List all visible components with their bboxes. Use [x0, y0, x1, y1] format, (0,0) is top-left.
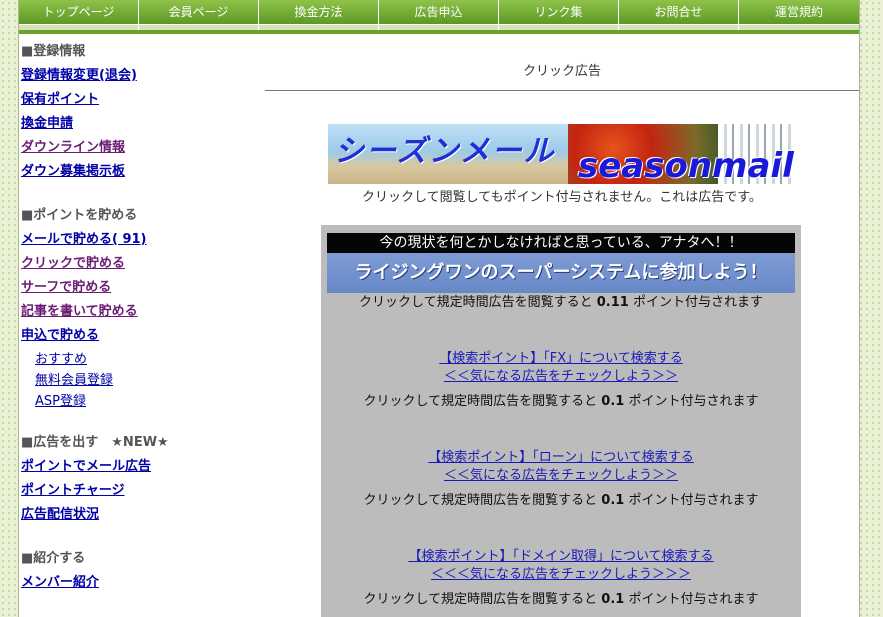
banner-line2: ライジングワンのスーパーシステムに参加しよう！ [327, 253, 795, 293]
ad-point-note: クリックして規定時間広告を閲覧すると 0.1 ポイント付与されます [363, 493, 759, 508]
sublink-free-member[interactable]: 無料会員登録 [21, 373, 251, 394]
sidebar: ■登録情報 登録情報変更(退会) 保有ポイント 換金申請 ダウンライン情報 ダウ… [21, 44, 251, 599]
title-divider [265, 90, 859, 91]
ad-points: 0.1 [601, 394, 625, 409]
nav-member-page[interactable]: 会員ページ [139, 0, 259, 30]
top-nav: トップページ 会員ページ 換金方法 広告申込 リンク集 お問合せ 運営規約 [19, 0, 859, 30]
link-member-referral[interactable]: メンバー紹介 [21, 575, 251, 599]
ad-points: 0.1 [601, 493, 625, 508]
ad-point-note: クリックして規定時間広告を閲覧すると 0.11 ポイント付与されます [359, 295, 763, 310]
banner-title-en: seasonmail [578, 146, 794, 184]
link-earn-by-mail[interactable]: メールで貯める( 91) [21, 232, 251, 256]
nav-top-page[interactable]: トップページ [19, 0, 139, 30]
link-earn-by-article[interactable]: 記事を書いて貯める [21, 304, 251, 328]
link-exchange-request[interactable]: 換金申請 [21, 116, 251, 140]
nav-terms[interactable]: 運営規約 [739, 0, 859, 30]
nav-ad-application[interactable]: 広告申込 [379, 0, 499, 30]
link-owned-points[interactable]: 保有ポイント [21, 92, 251, 116]
section-title-registration: ■登録情報 [21, 44, 86, 59]
link-earn-by-surf[interactable]: サーフで貯める [21, 280, 251, 304]
nav-links[interactable]: リンク集 [499, 0, 619, 30]
ad-points: 0.11 [596, 295, 629, 310]
seasonmail-banner[interactable]: シーズンメール seasonmail [328, 124, 796, 184]
ad-points: 0.1 [601, 592, 625, 607]
ad-point-note: クリックして規定時間広告を閲覧すると 0.1 ポイント付与されます [363, 592, 759, 607]
ad-link-fx[interactable]: 【検索ポイント】「FX」について検索する ＜＜気になる広告をチェックしよう＞＞ [321, 350, 801, 386]
rising-one-banner[interactable]: 今の現状を何とかしなければと思っている、アナタへ！！ ライジングワンのスーパーシ… [327, 233, 795, 293]
page-title: クリック広告 [522, 64, 601, 79]
nav-contact[interactable]: お問合せ [619, 0, 739, 30]
sublink-asp[interactable]: ASP登録 [21, 394, 251, 415]
link-earn-by-click[interactable]: クリックで貯める [21, 256, 251, 280]
section-title-earn-points: ■ポイントを貯める [21, 208, 138, 223]
link-change-registration[interactable]: 登録情報変更(退会) [21, 68, 251, 92]
section-title-introduce: ■紹介する [21, 551, 86, 566]
nav-exchange-method[interactable]: 換金方法 [259, 0, 379, 30]
ad-point-note: クリックして規定時間広告を閲覧すると 0.1 ポイント付与されます [363, 394, 759, 409]
ad-link-loan[interactable]: 【検索ポイント】「ローン」について検索する ＜＜気になる広告をチェックしよう＞＞ [321, 449, 801, 485]
link-point-charge[interactable]: ポイントチャージ [21, 483, 251, 507]
link-ad-status[interactable]: 広告配信状況 [21, 507, 251, 531]
link-downline-info[interactable]: ダウンライン情報 [21, 140, 251, 164]
section-title-advertise: ■広告を出す ★NEW★ [21, 435, 169, 450]
banner-note: クリックして閲覧してもポイント付与されません。これは広告です。 [362, 190, 762, 205]
sublink-recommended[interactable]: おすすめ [21, 352, 251, 373]
click-ad-list: 今の現状を何とかしなければと思っている、アナタへ！！ ライジングワンのスーパーシ… [321, 225, 801, 617]
banner-line1: 今の現状を何とかしなければと思っている、アナタへ！！ [327, 233, 795, 253]
ad-link-domain[interactable]: 【検索ポイント】「ドメイン取得」について検索する ＜＜＜気になる広告をチェックし… [321, 548, 801, 584]
page-container: トップページ 会員ページ 換金方法 広告申込 リンク集 お問合せ 運営規約 ■登… [18, 0, 860, 617]
link-down-recruit-board[interactable]: ダウン募集掲示板 [21, 164, 251, 188]
nav-divider [19, 30, 859, 34]
banner-title-jp: シーズンメール [334, 134, 556, 169]
link-earn-by-signup[interactable]: 申込で貯める [21, 328, 251, 352]
link-point-mail-ad[interactable]: ポイントでメール広告 [21, 459, 251, 483]
